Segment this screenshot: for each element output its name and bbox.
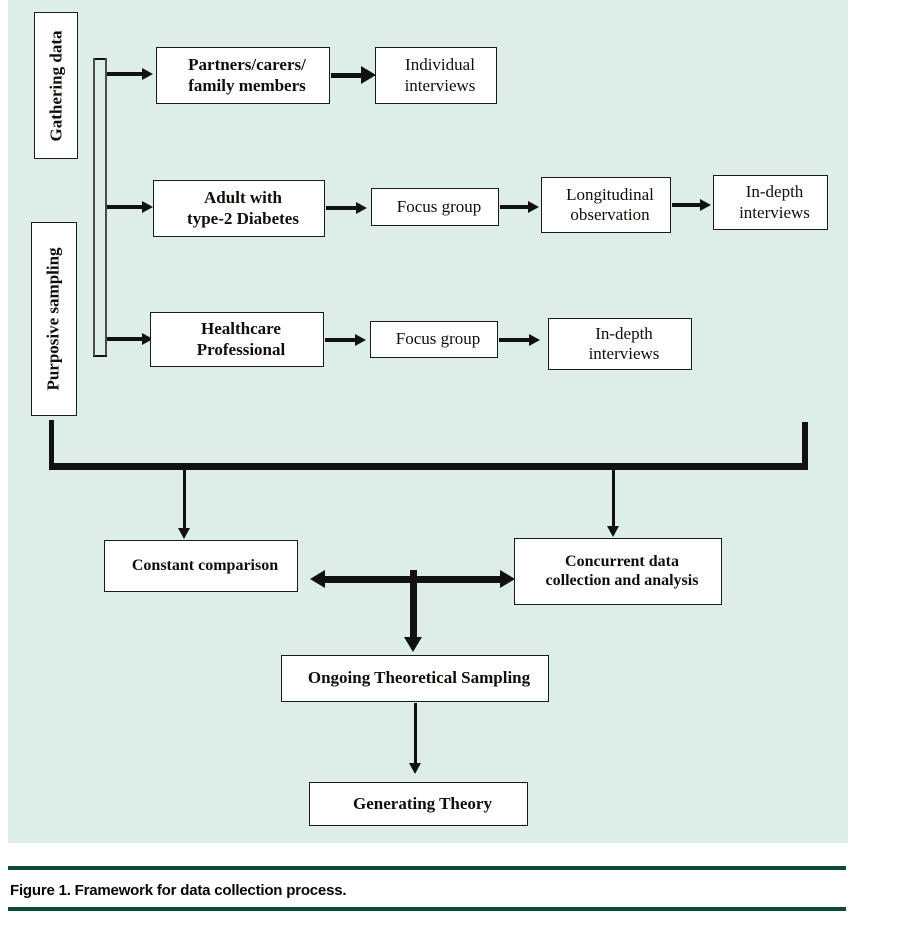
arrow-partners-to-individual-head — [361, 66, 376, 84]
box-individual-interviews-line2: interviews — [404, 75, 476, 95]
arrow-adults-to-focus-group-head — [356, 202, 367, 214]
label-purposive-sampling: Purposive sampling — [31, 222, 77, 416]
box-healthcare-text: Healthcare Professional — [151, 319, 323, 359]
bus-drop-left-line — [183, 470, 186, 530]
box-generating-theory-text: Generating Theory — [310, 794, 527, 814]
box-focus-group-row2: Focus group — [371, 188, 499, 226]
box-healthcare-line2: Professional — [196, 339, 286, 359]
arrow-longitudinal-to-indepth-head — [700, 199, 711, 211]
bus-right-riser — [802, 422, 808, 468]
box-longitudinal-observation: Longitudinal observation — [541, 177, 671, 233]
box-ongoing-theoretical-sampling: Ongoing Theoretical Sampling — [281, 655, 549, 702]
label-purposive-sampling-text: Purposive sampling — [44, 247, 64, 391]
arrow-focus-group3-to-indepth-head — [529, 334, 540, 346]
box-focus-group-row2-line1: Focus group — [396, 196, 482, 216]
box-concurrent-line1: Concurrent data — [565, 552, 679, 570]
caption-rule-top — [8, 866, 846, 870]
figure-root: Gathering data Purposive sampling Partne… — [0, 0, 909, 929]
box-indepth-row3-text: In-depth interviews — [549, 324, 691, 364]
box-indepth-row3-line2: interviews — [588, 344, 660, 363]
bus-drop-right-arrowhead — [607, 526, 619, 537]
bracket-branch-1-arrowhead — [142, 68, 153, 80]
box-focus-group-row3-text: Focus group — [371, 329, 497, 349]
box-partners-line1: Partners/carers/ — [188, 55, 306, 75]
box-longitudinal-line1: Longitudinal — [566, 184, 654, 204]
box-adults-line1: Adult with — [204, 188, 282, 208]
bus-drop-left-arrowhead — [178, 528, 190, 539]
arrow-to-ongoing-sampling-head — [404, 637, 422, 652]
caption-rule-bottom — [8, 907, 846, 911]
figure-panel — [8, 0, 848, 843]
box-indepth-row3-line1: In-depth — [595, 323, 653, 343]
bidirectional-arrow-left-head — [310, 570, 325, 588]
box-in-depth-interviews-row3: In-depth interviews — [548, 318, 692, 370]
box-indepth-row2-text: In-depth interviews — [714, 182, 827, 222]
bracket-branch-2-arrowhead — [142, 201, 153, 213]
arrow-adults-to-focus-group-line — [326, 206, 358, 210]
box-healthcare-line1: Healthcare — [201, 319, 281, 339]
bidirectional-arrow-right-head — [500, 570, 515, 588]
box-constant-comparison-text: Constant comparison — [105, 557, 297, 576]
box-adults-line2: type-2 Diabetes — [187, 208, 299, 228]
arrow-to-ongoing-sampling-line — [410, 570, 417, 640]
box-constant-comparison-line1: Constant comparison — [131, 556, 279, 574]
arrow-healthcare-to-focus-group-head — [355, 334, 366, 346]
box-individual-interviews: Individual interviews — [375, 47, 497, 104]
arrow-longitudinal-to-indepth-line — [672, 203, 702, 207]
box-individual-interviews-line1: Individual — [405, 55, 475, 75]
arrow-healthcare-to-focus-group-line — [325, 338, 357, 342]
box-focus-group-row2-text: Focus group — [372, 197, 498, 217]
box-longitudinal-line2: observation — [570, 205, 650, 224]
box-in-depth-interviews-row2: In-depth interviews — [713, 175, 828, 230]
box-concurrent-line2: collection and analysis — [545, 571, 699, 589]
label-gathering-data: Gathering data — [34, 12, 78, 159]
bracket-branch-2-line — [107, 205, 143, 209]
bracket-branch-3-line — [107, 337, 143, 341]
label-gathering-data-text: Gathering data — [46, 30, 66, 141]
bus-drop-right-line — [612, 470, 615, 528]
arrow-to-generating-theory-head — [409, 763, 421, 774]
box-adult-with-type-2-diabetes: Adult with type-2 Diabetes — [153, 180, 325, 237]
box-indepth-row2-line2: interviews — [739, 202, 810, 222]
box-ongoing-sampling-line1: Ongoing Theoretical Sampling — [307, 668, 531, 688]
box-partners-text: Partners/carers/ family members — [157, 55, 329, 95]
box-generating-theory: Generating Theory — [309, 782, 528, 826]
box-indepth-row2-line1: In-depth — [745, 182, 804, 202]
arrow-to-generating-theory-line — [414, 703, 417, 765]
box-ongoing-sampling-text: Ongoing Theoretical Sampling — [282, 668, 548, 688]
box-partners-line2: family members — [188, 75, 306, 95]
box-longitudinal-text: Longitudinal observation — [542, 185, 670, 225]
arrow-focus-group-to-longitudinal-head — [528, 201, 539, 213]
box-concurrent-data-collection-and-analysis: Concurrent data collection and analysis — [514, 538, 722, 605]
arrow-focus-group3-to-indepth-line — [499, 338, 531, 342]
box-constant-comparison: Constant comparison — [104, 540, 298, 592]
arrow-focus-group-to-longitudinal-line — [500, 205, 530, 209]
box-focus-group-row3: Focus group — [370, 321, 498, 358]
box-partners-carers-family-members: Partners/carers/ family members — [156, 47, 330, 104]
box-adults-text: Adult with type-2 Diabetes — [154, 188, 324, 228]
bracket-branch-1-line — [107, 72, 143, 76]
box-generating-theory-line1: Generating Theory — [353, 793, 492, 813]
box-healthcare-professional: Healthcare Professional — [150, 312, 324, 367]
box-individual-interviews-text: Individual interviews — [376, 55, 496, 95]
bracket-bottom-stub — [93, 355, 107, 357]
box-focus-group-row3-line1: Focus group — [395, 329, 481, 349]
bracket-inner-spine — [93, 58, 95, 356]
arrow-partners-to-individual-line — [331, 73, 363, 78]
bus-left-riser — [49, 420, 54, 468]
bus-horizontal-bar — [49, 463, 808, 470]
figure-caption: Figure 1. Framework for data collection … — [10, 882, 347, 899]
box-concurrent-text: Concurrent data collection and analysis — [515, 553, 721, 591]
